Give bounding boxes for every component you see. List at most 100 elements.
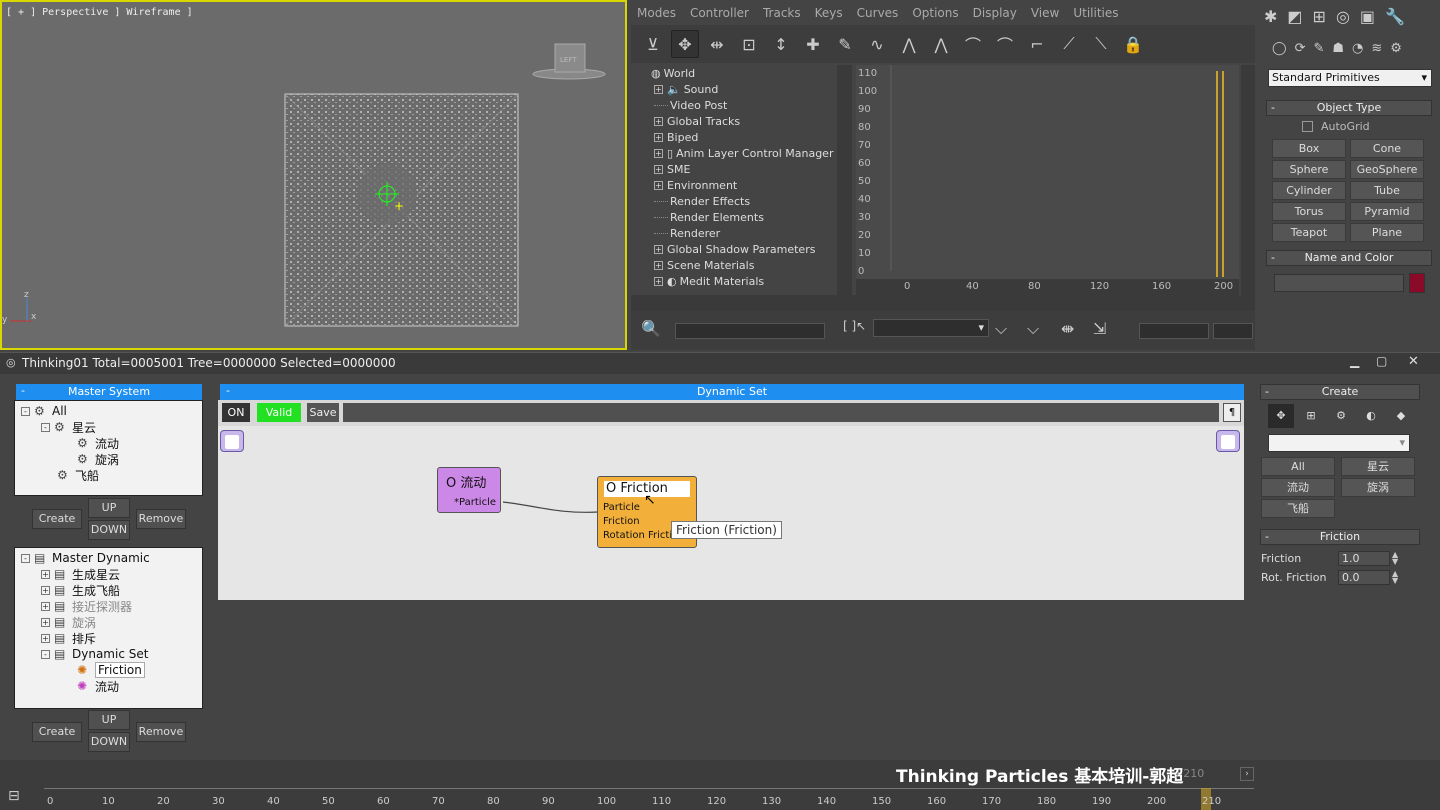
valid-button[interactable]: Valid	[257, 403, 301, 422]
group-vortex[interactable]: ⚙ 旋涡	[21, 451, 202, 467]
dynamic-set-path-field[interactable]	[343, 403, 1219, 422]
tree-item-anim-layer[interactable]: + ▯ Anim Layer Control Manager	[633, 145, 837, 161]
expand-icon[interactable]: +	[654, 276, 663, 286]
key-tool-1-icon[interactable]: ⌵	[995, 319, 1007, 339]
plane-button[interactable]: Plane	[1350, 223, 1424, 242]
filter-icon[interactable]: ⊻	[639, 30, 667, 58]
group-button-flow[interactable]: 流动	[1261, 478, 1335, 497]
add-subgroup-icon[interactable]: ⊞	[1298, 404, 1324, 428]
dyn-friction[interactable]: ✺ Friction	[21, 662, 202, 678]
group-down-button[interactable]: DOWN	[88, 520, 130, 540]
scale-values-icon[interactable]: ↕	[767, 30, 795, 58]
spacewarps-icon[interactable]: ≋	[1371, 41, 1382, 56]
expand-icon[interactable]: +	[654, 148, 663, 158]
tree-item-scene-materials[interactable]: + Scene Materials	[633, 257, 837, 273]
next-frame-icon[interactable]: ›	[1240, 767, 1254, 781]
settings-icon[interactable]: ⚙	[1328, 404, 1354, 428]
add-keys-icon[interactable]: ✚	[799, 30, 827, 58]
create-header[interactable]: - Create	[1260, 384, 1420, 400]
dyn-flow[interactable]: ✺ 流动	[21, 678, 202, 694]
geosphere-button[interactable]: GeoSphere	[1350, 160, 1424, 179]
tangent-custom-icon[interactable]: ⋀	[927, 30, 955, 58]
dyn-item[interactable]: + ▤ 生成飞船	[21, 582, 202, 598]
lights-icon[interactable]: ✎	[1313, 41, 1324, 56]
dyn-item[interactable]: + ▤ 排斥	[21, 630, 202, 646]
scale-keys-icon[interactable]: ⊡	[735, 30, 763, 58]
add-group-icon[interactable]: ✥	[1268, 404, 1294, 428]
expand-icon[interactable]: +	[41, 601, 50, 611]
pin-icon[interactable]: ¶	[1223, 403, 1241, 422]
tangent-auto-icon[interactable]: ⋀	[895, 30, 923, 58]
tree-item-medit-materials[interactable]: + ◐ Medit Materials	[633, 273, 837, 289]
cylinder-button[interactable]: Cylinder	[1272, 181, 1346, 200]
frame-field[interactable]	[1139, 323, 1209, 339]
group-remove-button[interactable]: Remove	[136, 509, 186, 529]
expand-icon[interactable]: +	[654, 180, 663, 190]
range-bar-end[interactable]	[1222, 71, 1224, 277]
group-flow[interactable]: ⚙ 流动	[21, 435, 202, 451]
tree-item-world[interactable]: ◍ World	[633, 65, 837, 81]
reduce-keys-icon[interactable]: ∿	[863, 30, 891, 58]
curve-editor-graph[interactable]: 110 100 90 80 70 60 50 40 30 20 10 0 0 40 80 120 160 200	[856, 65, 1239, 295]
group-button-ship[interactable]: 飞船	[1261, 499, 1335, 518]
menu-keys[interactable]: Keys	[815, 6, 843, 20]
utilities-tab-icon[interactable]: 🔧	[1385, 7, 1405, 26]
shapes-icon[interactable]: ⟳	[1295, 41, 1306, 56]
tree-item-render-elements[interactable]: Render Elements	[633, 209, 837, 225]
value-field[interactable]	[1213, 323, 1253, 339]
draw-curves-icon[interactable]: ✎	[831, 30, 859, 58]
group-nebula[interactable]: - ⚙ 星云	[21, 419, 202, 435]
dyn-item[interactable]: + ▤ 接近探测器	[21, 598, 202, 614]
box-button[interactable]: Box	[1272, 139, 1346, 158]
key-tool-4-icon[interactable]: ⇲	[1093, 319, 1106, 338]
tree-item-biped[interactable]: + Biped	[633, 129, 837, 145]
expand-icon[interactable]: +	[41, 585, 50, 595]
tangent-smooth-icon[interactable]: ⟍	[1087, 30, 1115, 58]
selection-dropdown[interactable]: ▾	[873, 319, 989, 337]
create-tab-icon[interactable]: ✱	[1264, 7, 1277, 26]
pyramid-button[interactable]: Pyramid	[1350, 202, 1424, 221]
key-tool-3-icon[interactable]: ⇼	[1061, 319, 1074, 338]
collapse-icon[interactable]: -	[41, 649, 50, 659]
systems-icon[interactable]: ⚙	[1390, 41, 1402, 56]
tree-item-video-post[interactable]: Video Post	[633, 97, 837, 113]
slide-keys-icon[interactable]: ⇹	[703, 30, 731, 58]
name-color-header[interactable]: - Name and Color	[1266, 250, 1432, 266]
menu-modes[interactable]: Modes	[637, 6, 676, 20]
teapot-button[interactable]: Teapot	[1272, 223, 1346, 242]
expand-icon[interactable]: +	[654, 244, 663, 254]
geometry-icon[interactable]: ◯	[1272, 41, 1287, 56]
dyn-item[interactable]: + ▤ 生成星云	[21, 566, 202, 582]
friction-header[interactable]: - Friction	[1260, 529, 1420, 545]
master-system-header[interactable]: - Master System	[16, 384, 202, 400]
tube-button[interactable]: Tube	[1350, 181, 1424, 200]
menu-curves[interactable]: Curves	[857, 6, 899, 20]
expand-icon[interactable]: +	[654, 260, 663, 270]
spinner-arrows-icon[interactable]: ▲ ▼	[1392, 551, 1398, 566]
tangent-slow-icon[interactable]: ⌒	[991, 30, 1019, 58]
tangent-step-icon[interactable]: ⌐	[1023, 30, 1051, 58]
key-tool-2-icon[interactable]: ⌵	[1027, 319, 1039, 339]
group-dropdown[interactable]: ▾	[1268, 434, 1410, 452]
dyn-master[interactable]: - ▤ Master Dynamic	[21, 550, 202, 566]
node-port-particle[interactable]: *Particle	[454, 497, 496, 508]
dynamic-remove-button[interactable]: Remove	[136, 722, 186, 742]
expand-icon[interactable]: +	[654, 116, 663, 126]
collapse-icon[interactable]: -	[41, 422, 50, 432]
tree-item-sme[interactable]: + SME	[633, 161, 837, 177]
dynamic-down-button[interactable]: DOWN	[88, 732, 130, 752]
collapse-icon[interactable]: -	[21, 553, 30, 563]
expand-icon[interactable]: +	[41, 569, 50, 579]
timeline[interactable]: Thinking Particles 基本培训-郭超 / 210 › ⊟ 0 10…	[0, 760, 1440, 810]
select-by-name-icon[interactable]: [ ]↖	[843, 319, 866, 333]
tree-item-renderer[interactable]: Renderer	[633, 225, 837, 241]
group-button-nebula[interactable]: 星云	[1341, 457, 1415, 476]
menu-controller[interactable]: Controller	[690, 6, 749, 20]
search-icon[interactable]: ◐	[1358, 404, 1384, 428]
hierarchy-tab-icon[interactable]: ⊞	[1313, 7, 1326, 26]
cube-icon[interactable]: ◆	[1388, 404, 1414, 428]
group-ship[interactable]: ⚙ 飞船	[21, 467, 202, 483]
friction-spinner[interactable]: 1.0	[1338, 551, 1390, 566]
lock-tangents-icon[interactable]: 🔒	[1119, 30, 1147, 58]
expand-icon[interactable]: +	[654, 164, 663, 174]
